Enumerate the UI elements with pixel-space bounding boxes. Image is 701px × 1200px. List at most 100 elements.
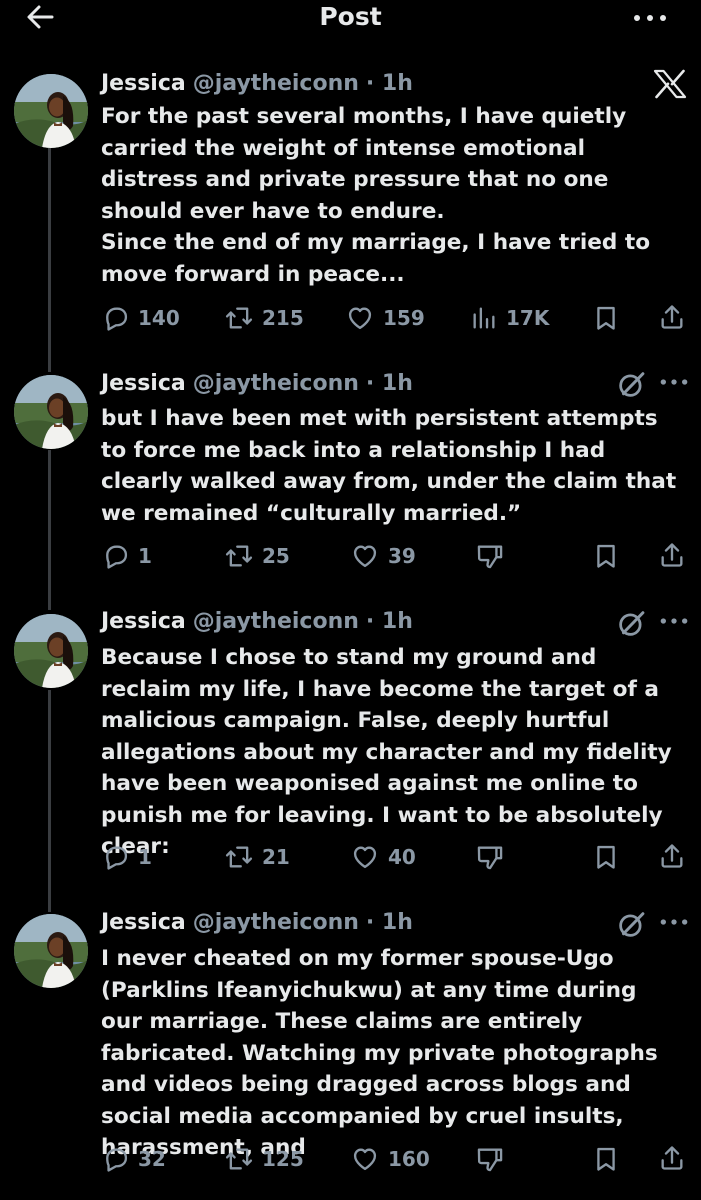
post-text: I never cheated on my former spouse-Ugo … [101,943,681,1164]
author-handle[interactable]: @jaytheiconn [193,609,359,634]
repost-count: 125 [262,1147,304,1171]
bookmark-button[interactable] [592,840,620,874]
x-logo-icon [652,68,688,100]
post-time: · 1h [365,609,413,634]
bookmark-button[interactable] [592,301,620,335]
reply-count: 1 [138,544,152,568]
author-name[interactable]: Jessica [101,71,186,96]
like-button[interactable]: 160 [350,1142,430,1176]
like-count: 39 [388,544,416,568]
post-header: Jessica @jaytheiconn · 1h [101,371,413,401]
author-name[interactable]: Jessica [101,609,186,634]
share-button[interactable] [658,538,686,572]
dislike-button[interactable] [476,539,504,573]
avatar[interactable] [14,74,88,148]
repost-icon [224,304,254,332]
author-handle[interactable]: @jaytheiconn [193,71,359,96]
post-header: Jessica @jaytheiconn · 1h [101,910,413,940]
dislike-icon [476,542,504,570]
repost-icon [224,1145,254,1173]
post-text: For the past several months, I have quie… [101,101,681,290]
thread-line [48,690,51,912]
post-time: · 1h [365,910,413,935]
grok-button[interactable] [616,609,646,639]
reply-button[interactable]: 140 [102,301,180,335]
post-paragraph: Because I chose to stand my ground and r… [101,645,672,859]
share-button[interactable] [658,300,686,334]
dislike-button[interactable] [476,840,504,874]
repost-icon [224,843,254,871]
like-button[interactable]: 39 [350,539,416,573]
share-icon [658,302,686,332]
bookmark-icon [592,1145,620,1173]
reply-icon [102,1145,130,1173]
like-button[interactable]: 40 [350,840,416,874]
dislike-button[interactable] [476,1142,504,1176]
like-count: 159 [383,306,425,330]
post-more-button[interactable] [658,374,690,398]
repost-button[interactable]: 125 [224,1142,304,1176]
dislike-icon [476,843,504,871]
author-handle[interactable]: @jaytheiconn [193,371,359,396]
share-button[interactable] [658,839,686,873]
bookmark-icon [592,542,620,570]
grok-icon [616,370,646,400]
reply-count: 32 [138,1147,166,1171]
like-count: 160 [388,1147,430,1171]
repost-button[interactable]: 215 [224,301,304,335]
reply-count: 140 [138,306,180,330]
author-handle[interactable]: @jaytheiconn [193,910,359,935]
share-icon [658,540,686,570]
like-count: 40 [388,845,416,869]
views-button[interactable]: 17K [470,301,549,335]
post-more-button[interactable] [658,613,690,637]
heart-icon [350,1145,380,1173]
reply-button[interactable]: 1 [102,539,152,573]
more-options-button[interactable] [630,4,670,32]
post-header: Jessica @jaytheiconn · 1h [101,609,413,639]
post-paragraph: I never cheated on my former spouse-Ugo … [101,946,658,1160]
post-paragraph: but I have been met with persistent atte… [101,406,677,526]
more-horizontal-icon [658,374,690,390]
reply-icon [102,843,130,871]
back-button[interactable] [22,0,58,36]
grok-button[interactable] [616,910,646,940]
avatar[interactable] [14,914,88,988]
author-name[interactable]: Jessica [101,910,186,935]
author-name[interactable]: Jessica [101,371,186,396]
post-text: but I have been met with persistent atte… [101,403,681,529]
grok-icon [616,910,646,940]
reply-count: 1 [138,845,152,869]
share-button[interactable] [658,1141,686,1175]
post-time: · 1h [365,71,413,96]
reply-button[interactable]: 1 [102,840,152,874]
repost-button[interactable]: 21 [224,840,290,874]
reply-button[interactable]: 32 [102,1142,166,1176]
repost-button[interactable]: 25 [224,539,290,573]
more-horizontal-icon [634,15,666,21]
avatar[interactable] [14,614,88,688]
share-icon [658,841,686,871]
post-more-button[interactable] [658,914,690,938]
heart-icon [345,304,375,332]
heart-icon [350,542,380,570]
arrow-left-icon [27,5,54,29]
bookmark-icon [592,304,620,332]
heart-icon [350,843,380,871]
reply-icon [102,542,130,570]
repost-icon [224,542,254,570]
post-paragraph: For the past several months, I have quie… [101,104,627,224]
like-button[interactable]: 159 [345,301,425,335]
bookmark-button[interactable] [592,539,620,573]
view-count: 17K [506,306,550,330]
views-icon [470,304,498,332]
post-paragraph: Since the end of my marriage, I have tri… [101,230,651,287]
avatar[interactable] [14,375,88,449]
bookmark-button[interactable] [592,1142,620,1176]
grok-icon [616,609,646,639]
reply-icon [102,304,130,332]
page-title: Post [319,2,382,31]
post-time: · 1h [365,371,413,396]
repost-count: 21 [262,845,290,869]
grok-button[interactable] [616,370,646,400]
